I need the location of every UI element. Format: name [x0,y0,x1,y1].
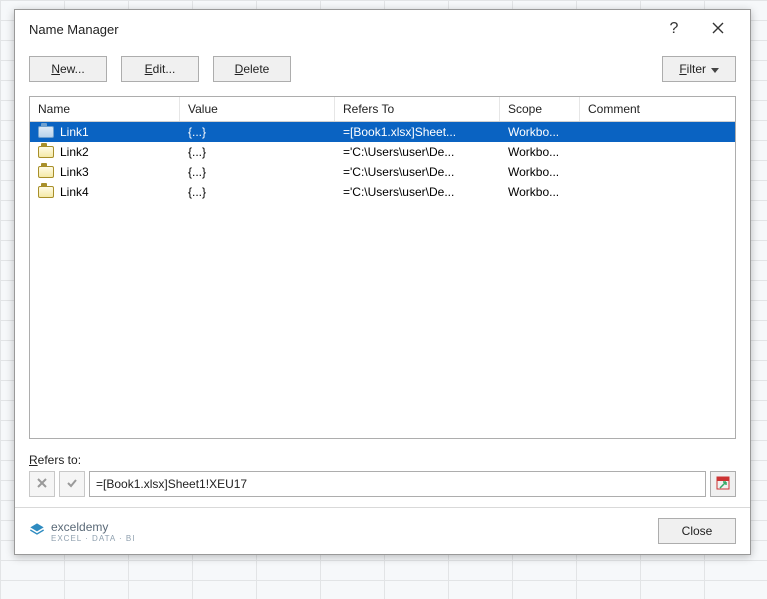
cell-name: Link3 [30,162,180,182]
refers-cancel-button[interactable] [29,471,55,497]
name-label: Link4 [60,185,89,199]
delete-button[interactable]: Delete [213,56,291,82]
cell-scope: Workbo... [500,182,580,202]
brand-icon [29,522,45,541]
chevron-down-icon [711,62,719,76]
refers-confirm-button[interactable] [59,471,85,497]
cell-value: {...} [180,142,335,162]
cell-comment [580,182,735,202]
new-button[interactable]: New... [29,56,107,82]
cell-scope: Workbo... [500,162,580,182]
x-icon [36,477,48,492]
brand-sub: EXCEL · DATA · BI [51,534,135,543]
cell-value: {...} [180,122,335,142]
dialog-footer: exceldemy EXCEL · DATA · BI Close [15,507,750,554]
refers-to-section: Refers to: [15,447,750,507]
list-body: Link1{...}=[Book1.xlsx]Sheet...Workbo...… [30,122,735,438]
titlebar: Name Manager ? [15,10,750,48]
close-icon [712,22,724,37]
refers-to-row [29,471,736,497]
cell-value: {...} [180,182,335,202]
refers-to-input[interactable] [89,471,706,497]
col-scope[interactable]: Scope [500,97,580,121]
toolbar: New... Edit... Delete Filter [15,48,750,90]
name-label: Link1 [60,125,89,139]
cell-refers-to: ='C:\Users\user\De... [335,142,500,162]
cell-name: Link4 [30,182,180,202]
cell-scope: Workbo... [500,122,580,142]
cell-refers-to: =[Book1.xlsx]Sheet... [335,122,500,142]
defined-name-icon [38,126,54,138]
help-button[interactable]: ? [652,14,696,44]
col-comment[interactable]: Comment [580,97,735,121]
cell-value: {...} [180,162,335,182]
collapse-icon [716,476,730,493]
cell-comment [580,142,735,162]
table-row[interactable]: Link4 {...}='C:\Users\user\De...Workbo... [30,182,735,202]
table-row[interactable]: Link1 {...}=[Book1.xlsx]Sheet...Workbo... [30,122,735,142]
filter-label: Filter [679,62,706,76]
col-value[interactable]: Value [180,97,335,121]
defined-name-icon [38,166,54,178]
cell-scope: Workbo... [500,142,580,162]
cell-refers-to: ='C:\Users\user\De... [335,182,500,202]
close-button[interactable]: Close [658,518,736,544]
dialog-title: Name Manager [29,22,652,37]
cell-name: Link1 [30,122,180,142]
cell-name: Link2 [30,142,180,162]
filter-button[interactable]: Filter [662,56,736,82]
defined-name-icon [38,186,54,198]
cell-refers-to: ='C:\Users\user\De... [335,162,500,182]
name-manager-dialog: Name Manager ? New... Edit... Delete Fil… [14,9,751,555]
help-icon: ? [670,20,679,38]
brand-name: exceldemy [51,520,135,534]
cell-comment [580,122,735,142]
col-name[interactable]: Name [30,97,180,121]
close-x-button[interactable] [696,14,740,44]
brand: exceldemy EXCEL · DATA · BI [29,520,650,543]
col-refers-to[interactable]: Refers To [335,97,500,121]
check-icon [66,477,78,492]
name-label: Link2 [60,145,89,159]
name-label: Link3 [60,165,89,179]
cell-comment [580,162,735,182]
collapse-dialog-button[interactable] [710,471,736,497]
refers-to-label: Refers to: [29,453,736,467]
names-list: Name Value Refers To Scope Comment Link1… [29,96,736,439]
list-header: Name Value Refers To Scope Comment [30,97,735,122]
table-row[interactable]: Link3 {...}='C:\Users\user\De...Workbo... [30,162,735,182]
defined-name-icon [38,146,54,158]
edit-button[interactable]: Edit... [121,56,199,82]
table-row[interactable]: Link2 {...}='C:\Users\user\De...Workbo... [30,142,735,162]
